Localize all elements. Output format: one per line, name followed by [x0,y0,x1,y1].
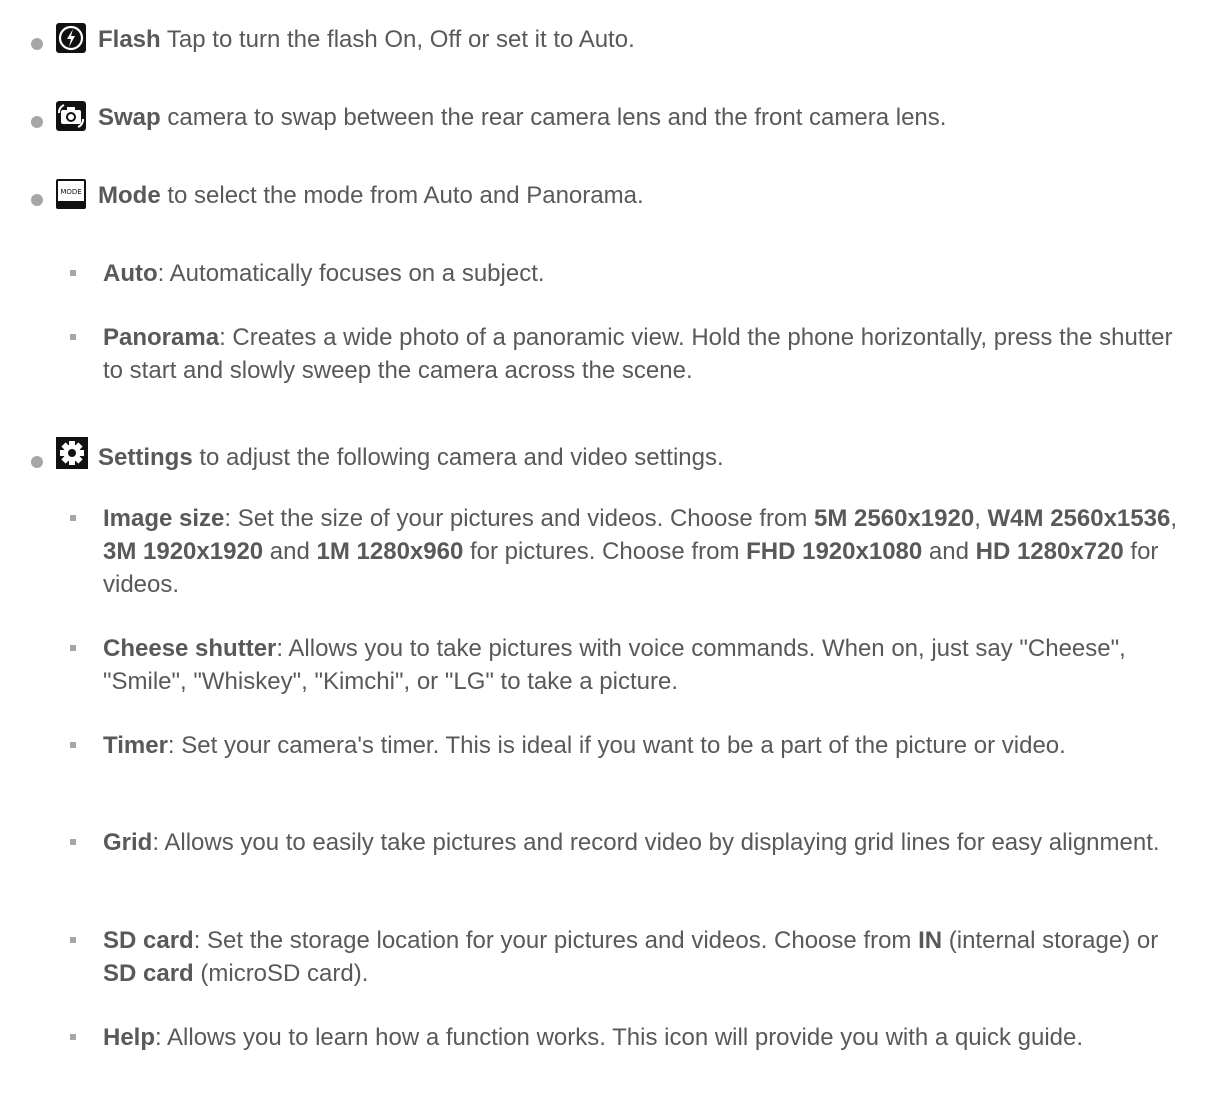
item-title: Mode [98,182,161,209]
item-title: Flash [98,26,161,53]
sub-item-title: Cheese shutter [103,635,277,662]
item-description: Tap to turn the flash On, Off or set it … [160,26,635,53]
item-description: camera to swap between the rear camera l… [160,104,947,131]
sub-item-timer: Timer: Set your camera's timer. This is … [0,729,1207,795]
flash-icon [56,23,86,53]
sub-item-title: Timer [103,732,168,759]
sub-item-auto: Auto: Automatically focuses on a subject… [0,257,1207,290]
square-bullet [70,270,76,276]
bullet [31,38,43,50]
list-item-settings: Settings to adjust the following camera … [0,437,1207,474]
square-bullet [70,839,76,845]
sub-item-title: SD card [103,927,194,954]
square-bullet [70,515,76,521]
sub-item-grid: Grid: Allows you to easily take pictures… [0,826,1207,892]
bullet [31,116,43,128]
item-title: Settings [98,444,193,471]
item-title: Swap [98,104,161,131]
sub-item-description: : Allows you to learn how a function wor… [155,1024,1084,1051]
square-bullet [70,334,76,340]
bullet [31,456,43,468]
square-bullet [70,937,76,943]
square-bullet [70,1034,76,1040]
document-page: Flash Tap to turn the flash On, Off or s… [0,0,1207,1101]
sub-item-title: Grid [103,829,153,856]
sub-item-description: : Creates a wide photo of a panoramic vi… [103,324,1173,384]
sub-item-help: Help: Allows you to learn how a function… [0,1021,1207,1087]
sub-item-title: Help [103,1024,156,1051]
square-bullet [70,742,76,748]
sub-item-description: : Set your camera's timer. This is ideal… [167,732,1066,759]
bullet [31,194,43,206]
sub-item-cheese-shutter: Cheese shutter: Allows you to take pictu… [0,632,1207,698]
sub-item-description: : Allows you to easily take pictures and… [152,829,1160,856]
swap-camera-icon [56,101,86,131]
list-item-mode: MODE Mode to select the mode from Auto a… [0,179,1207,212]
sub-item-image-size: Image size: Set the size of your picture… [0,502,1207,601]
settings-gear-icon [56,437,88,469]
sub-item-title: Panorama [103,324,220,351]
sub-item-sd-card: SD card: Set the storage location for yo… [0,924,1207,990]
sub-item-title: Image size [103,505,225,532]
mode-icon-label: MODE [60,188,81,196]
sub-item-title: Auto [103,260,158,287]
mode-icon: MODE [56,179,86,209]
sub-item-panorama: Panorama: Creates a wide photo of a pano… [0,321,1207,387]
item-description: to adjust the following camera and video… [192,444,724,471]
item-description: to select the mode from Auto and Panoram… [160,182,644,209]
list-item-flash: Flash Tap to turn the flash On, Off or s… [0,23,1207,56]
square-bullet [70,645,76,651]
sub-item-description: : Automatically focuses on a subject. [157,260,545,287]
list-item-swap: Swap camera to swap between the rear cam… [0,101,1207,134]
